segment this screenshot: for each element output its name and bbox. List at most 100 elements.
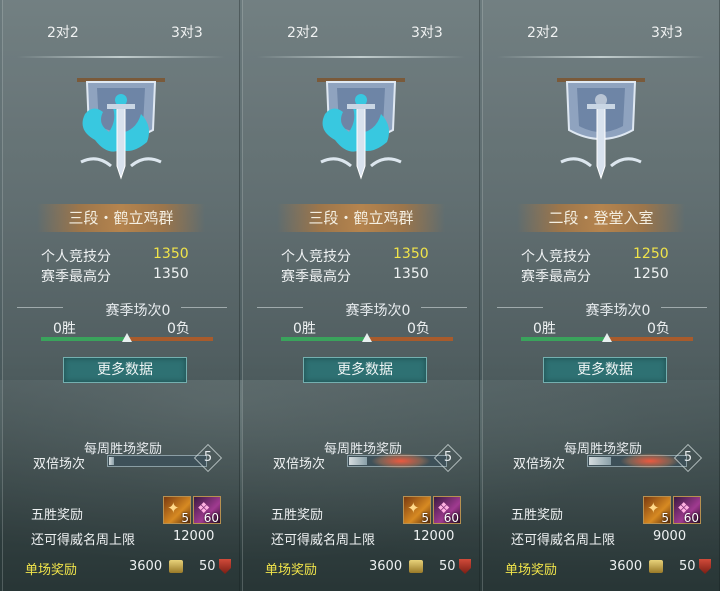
divider-right xyxy=(421,307,467,308)
season-high-value: 1250 xyxy=(633,266,669,282)
personal-score-label: 个人竞技分 xyxy=(521,249,591,265)
coin-icon xyxy=(649,560,663,573)
double-count-badge: 5 xyxy=(440,450,456,466)
weekly-limit-value: 9000 xyxy=(653,529,687,544)
divider-left xyxy=(257,307,303,308)
weekly-limit-value: 12000 xyxy=(413,529,455,544)
weekly-limit-label: 还可得威名周上限 xyxy=(271,533,376,548)
tab-divider xyxy=(17,56,225,58)
double-matches-label: 双倍场次 xyxy=(33,457,86,472)
award-item-icon: ✦ xyxy=(407,499,420,517)
tab-2v2[interactable]: 2对2 xyxy=(287,22,319,42)
honor-reward-value: 50 xyxy=(199,559,216,574)
double-count-badge: 5 xyxy=(200,450,216,466)
rank-title-banner: 三段・鹤立鸡群 xyxy=(37,204,205,232)
season-high-label: 赛季最高分 xyxy=(281,269,351,285)
tab-2v2[interactable]: 2对2 xyxy=(527,22,559,42)
gold-reward-value: 3600 xyxy=(609,559,643,574)
losses-count: 0负 xyxy=(167,321,190,337)
five-wins-label: 五胜奖励 xyxy=(511,508,564,523)
tab-3v3[interactable]: 3对3 xyxy=(171,22,203,42)
rank-title-banner: 三段・鹤立鸡群 xyxy=(277,204,445,232)
item-count: 5 xyxy=(661,511,669,525)
rank-emblem-icon xyxy=(77,78,165,180)
rank-title-banner: 二段・登堂入室 xyxy=(517,204,685,232)
shield-icon xyxy=(219,559,231,574)
personal-score-label: 个人竞技分 xyxy=(41,249,111,265)
divider-right xyxy=(181,307,227,308)
single-reward-label: 单场奖励 xyxy=(505,563,558,578)
weekly-limit-label: 还可得威名周上限 xyxy=(31,533,136,548)
rank-panel: 2对2 3对3 二段・登堂入室 个人竞技分 1250 赛季最高分 1250 赛季… xyxy=(482,0,720,591)
win-loss-marker xyxy=(362,333,372,342)
personal-score-value: 1350 xyxy=(393,246,429,262)
win-loss-marker xyxy=(122,333,132,342)
win-loss-marker xyxy=(602,333,612,342)
mode-tabs: 2对2 3对3 xyxy=(243,14,479,58)
double-matches-label: 双倍场次 xyxy=(513,457,566,472)
reward-item-slot[interactable]: ✦ 5 xyxy=(403,496,431,525)
rank-panel: 2对2 3对3 三段・鹤立鸡群 个人竞技分 1350 赛季最高分 1350 赛季… xyxy=(2,0,240,591)
personal-score-label: 个人竞技分 xyxy=(281,249,351,265)
season-matches: 赛季场次0 xyxy=(105,303,171,319)
reward-item-slot[interactable]: ✦ 5 xyxy=(643,496,671,525)
honor-reward-value: 50 xyxy=(439,559,456,574)
gold-reward-value: 3600 xyxy=(369,559,403,574)
more-data-button[interactable]: 更多数据 xyxy=(303,357,427,383)
wins-count: 0胜 xyxy=(533,321,556,337)
mode-tabs: 2对2 3对3 xyxy=(3,14,239,58)
rank-panel: 2对2 3对3 三段・鹤立鸡群 个人竞技分 1350 赛季最高分 1350 赛季… xyxy=(242,0,480,591)
five-wins-label: 五胜奖励 xyxy=(271,508,324,523)
single-reward-label: 单场奖励 xyxy=(265,563,318,578)
losses-count: 0负 xyxy=(647,321,670,337)
item-count: 5 xyxy=(181,511,189,525)
personal-score-value: 1250 xyxy=(633,246,669,262)
item-count: 60 xyxy=(443,511,459,525)
item-count: 60 xyxy=(683,511,699,525)
item-count: 5 xyxy=(421,511,429,525)
honor-reward-value: 50 xyxy=(679,559,696,574)
tab-divider xyxy=(497,56,705,58)
mode-tabs: 2对2 3对3 xyxy=(483,14,719,58)
reward-item-slot[interactable]: ✦ 5 xyxy=(163,496,191,525)
losses-count: 0负 xyxy=(407,321,430,337)
rank-emblem-icon xyxy=(557,78,645,180)
weekly-limit-label: 还可得威名周上限 xyxy=(511,533,616,548)
reward-item-slot[interactable]: ❖ 60 xyxy=(193,496,221,525)
weekly-limit-value: 12000 xyxy=(173,529,215,544)
season-high-label: 赛季最高分 xyxy=(41,269,111,285)
rank-emblem-icon xyxy=(317,78,405,180)
tab-3v3[interactable]: 3对3 xyxy=(651,22,683,42)
tab-3v3[interactable]: 3对3 xyxy=(411,22,443,42)
shield-icon xyxy=(699,559,711,574)
more-data-button[interactable]: 更多数据 xyxy=(543,357,667,383)
season-high-label: 赛季最高分 xyxy=(521,269,591,285)
more-data-button[interactable]: 更多数据 xyxy=(63,357,187,383)
single-reward-label: 单场奖励 xyxy=(25,563,78,578)
personal-score-value: 1350 xyxy=(153,246,189,262)
shield-icon xyxy=(459,559,471,574)
item-count: 60 xyxy=(203,511,219,525)
coin-icon xyxy=(169,560,183,573)
divider-right xyxy=(661,307,707,308)
double-matches-label: 双倍场次 xyxy=(273,457,326,472)
five-wins-label: 五胜奖励 xyxy=(31,508,84,523)
reward-item-slot[interactable]: ❖ 60 xyxy=(433,496,461,525)
reward-item-slot[interactable]: ❖ 60 xyxy=(673,496,701,525)
wins-count: 0胜 xyxy=(53,321,76,337)
double-matches-bar xyxy=(107,455,207,467)
tab-divider xyxy=(257,56,465,58)
season-high-value: 1350 xyxy=(393,266,429,282)
award-item-icon: ✦ xyxy=(167,499,180,517)
double-matches-bar xyxy=(347,453,447,469)
season-matches: 赛季场次0 xyxy=(345,303,411,319)
gold-reward-value: 3600 xyxy=(129,559,163,574)
divider-left xyxy=(497,307,543,308)
tab-2v2[interactable]: 2对2 xyxy=(47,22,79,42)
season-high-value: 1350 xyxy=(153,266,189,282)
season-matches: 赛季场次0 xyxy=(585,303,651,319)
coin-icon xyxy=(409,560,423,573)
double-matches-bar xyxy=(587,453,687,469)
double-count-badge: 5 xyxy=(680,450,696,466)
award-item-icon: ✦ xyxy=(647,499,660,517)
